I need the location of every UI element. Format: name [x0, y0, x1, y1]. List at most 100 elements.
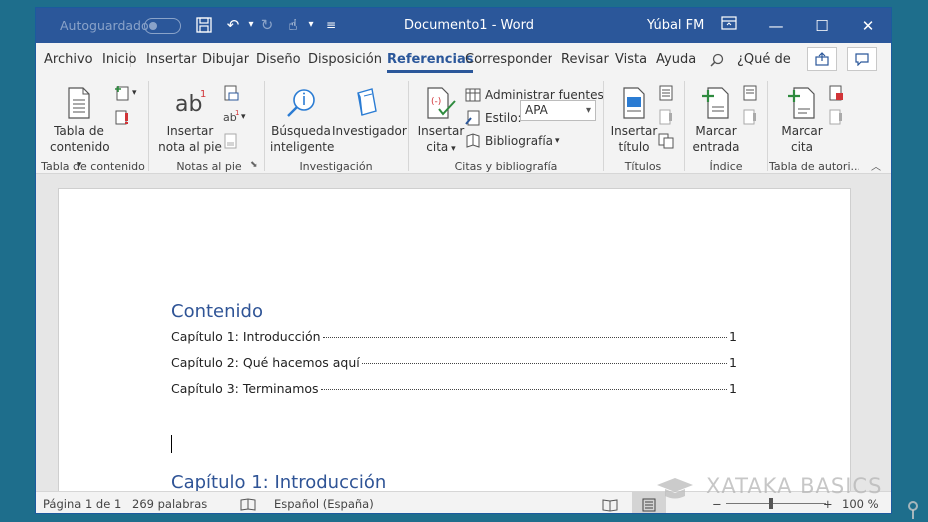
- bibliography-button[interactable]: Bibliografía ▾: [465, 131, 560, 151]
- autosave-label: Autoguardado: [60, 18, 149, 33]
- group-separator: [148, 81, 149, 171]
- maximize-icon[interactable]: ☐: [799, 8, 845, 43]
- key-icon: [908, 501, 918, 519]
- document-page[interactable]: Contenido Capítulo 1: Introducción 1 Capí…: [58, 188, 851, 491]
- show-notes-icon: [224, 133, 237, 149]
- search-icon[interactable]: [710, 43, 724, 75]
- group-separator: [767, 81, 768, 171]
- tell-me-box[interactable]: ¿Qué de: [737, 43, 791, 75]
- style-select[interactable]: APA: [520, 100, 596, 121]
- save-icon[interactable]: [195, 16, 213, 34]
- svg-text:1: 1: [235, 109, 239, 117]
- tab-disposicion[interactable]: Disposición: [308, 43, 382, 75]
- insert-table-figures-button[interactable]: [658, 83, 674, 103]
- ribbon: Tabla de contenido ▾ ▾ Tabla de contenid…: [36, 75, 891, 174]
- undo-icon[interactable]: ↶: [224, 16, 242, 34]
- toc-label-2: contenido: [50, 140, 110, 154]
- insert-citation-button[interactable]: (-) Insertar cita ▾: [416, 87, 466, 157]
- close-icon[interactable]: ✕: [845, 8, 891, 43]
- update-table-button[interactable]: [114, 107, 130, 127]
- endnote-icon: [224, 85, 239, 101]
- title-bar: Autoguardado ↶ ▾ ↻ ☝ ▾ ≡ Documento1 - Wo…: [36, 8, 891, 43]
- tab-ayuda[interactable]: Ayuda: [656, 43, 696, 75]
- customize-toolbar-icon[interactable]: ≡: [322, 16, 340, 34]
- chapter-heading: Capítulo 1: Introducción: [171, 472, 387, 491]
- document-area[interactable]: Contenido Capítulo 1: Introducción 1 Capí…: [36, 174, 891, 491]
- group-label-authorities: Tabla de autori...: [769, 160, 859, 173]
- autosave-toggle[interactable]: [144, 18, 181, 34]
- group-label-toc: Tabla de contenido: [41, 160, 145, 173]
- tab-vista[interactable]: Vista: [615, 43, 647, 75]
- tab-diseno[interactable]: Diseño: [256, 43, 301, 75]
- proofing-icon[interactable]: [240, 492, 256, 513]
- user-name[interactable]: Yúbal FM: [647, 8, 704, 43]
- zoom-slider[interactable]: [726, 503, 826, 504]
- update-authorities-icon: [829, 109, 842, 125]
- word-count[interactable]: 269 palabras: [132, 492, 207, 513]
- tab-archivo[interactable]: Archivo: [44, 43, 93, 75]
- update-authorities-button[interactable]: [828, 107, 844, 127]
- svg-text:1: 1: [200, 89, 206, 100]
- insert-citation-label-2: cita: [426, 140, 449, 154]
- insert-index-button[interactable]: [742, 83, 758, 103]
- redo-icon[interactable]: ↻: [258, 16, 276, 34]
- mark-entry-button[interactable]: Marcar entrada: [690, 87, 742, 155]
- zoom-slider-thumb[interactable]: [769, 498, 773, 509]
- toc-entry[interactable]: Capítulo 1: Introducción 1: [171, 329, 737, 347]
- insert-citation-label-1: Insertar: [417, 124, 465, 138]
- add-text-button[interactable]: ▾: [114, 83, 137, 103]
- touch-dropdown-icon[interactable]: ▾: [302, 16, 320, 34]
- toc-entry[interactable]: Capítulo 2: Qué hacemos aquí 1: [171, 355, 737, 373]
- researcher-icon: [357, 88, 377, 116]
- update-table-figures-button[interactable]: [658, 107, 674, 127]
- smart-lookup-label-2: inteligente: [270, 140, 335, 154]
- footnotes-dialog-launcher-icon[interactable]: ⬊: [250, 155, 258, 175]
- update-index-button[interactable]: [742, 107, 758, 127]
- next-footnote-button[interactable]: ab1▾: [223, 107, 246, 127]
- read-mode-icon[interactable]: [602, 492, 618, 513]
- footnote-label-1: Insertar: [166, 124, 214, 138]
- toc-leader: [322, 337, 728, 338]
- page-count[interactable]: Página 1 de 1: [43, 492, 121, 513]
- cross-reference-button[interactable]: [658, 131, 674, 151]
- tab-referencias[interactable]: Referencias: [387, 43, 474, 75]
- researcher-button[interactable]: Investigador: [332, 87, 407, 139]
- minimize-icon[interactable]: —: [753, 8, 799, 43]
- toc-leader: [320, 389, 728, 390]
- toc-entry-label: Capítulo 2: Qué hacemos aquí: [171, 355, 360, 370]
- toc-entry-label: Capítulo 3: Terminamos: [171, 381, 319, 396]
- comments-button[interactable]: [847, 47, 877, 71]
- ribbon-tabs: Archivo Inicio Insertar Dibujar Diseño D…: [36, 43, 891, 75]
- table-figures-icon: [659, 85, 673, 101]
- update-figures-icon: [659, 109, 672, 125]
- toc-entry[interactable]: Capítulo 3: Terminamos 1: [171, 381, 737, 399]
- tab-insertar[interactable]: Insertar: [146, 43, 197, 75]
- tab-correspondencia[interactable]: Correspondencias: [465, 43, 552, 75]
- tab-inicio[interactable]: Inicio: [102, 43, 136, 75]
- group-label-research: Investigación: [299, 160, 373, 173]
- group-separator: [264, 81, 265, 171]
- smart-lookup-button[interactable]: Búsqueda inteligente: [270, 87, 335, 155]
- footnote-label-2: nota al pie: [158, 140, 222, 154]
- ribbon-display-icon[interactable]: [720, 16, 738, 34]
- mark-citation-button[interactable]: Marcar cita: [776, 87, 828, 155]
- bibliography-label: Bibliografía: [485, 134, 554, 148]
- language-indicator[interactable]: Español (España): [274, 492, 374, 513]
- insert-footnote-button[interactable]: ab 1 Insertar nota al pie: [158, 87, 222, 155]
- toc-leader: [361, 363, 728, 364]
- insert-endnote-button[interactable]: [223, 83, 239, 103]
- text-cursor: [171, 435, 172, 453]
- smart-lookup-label-1: Búsqueda: [271, 124, 331, 138]
- tab-dibujar[interactable]: Dibujar: [202, 43, 249, 75]
- tab-revisar[interactable]: Revisar: [561, 43, 609, 75]
- collapse-ribbon-icon[interactable]: ︿: [871, 155, 881, 175]
- insert-caption-button[interactable]: Insertar título: [610, 87, 658, 155]
- mark-citation-label-1: Marcar: [781, 124, 823, 138]
- touch-mode-icon[interactable]: ☝: [284, 16, 302, 34]
- group-separator: [684, 81, 685, 171]
- insert-authorities-button[interactable]: [828, 83, 844, 103]
- document-title: Documento1 - Word: [404, 18, 534, 33]
- share-button[interactable]: [807, 47, 837, 71]
- watermark-text: XATAKA BASICS: [706, 474, 883, 498]
- show-notes-button[interactable]: [223, 131, 239, 151]
